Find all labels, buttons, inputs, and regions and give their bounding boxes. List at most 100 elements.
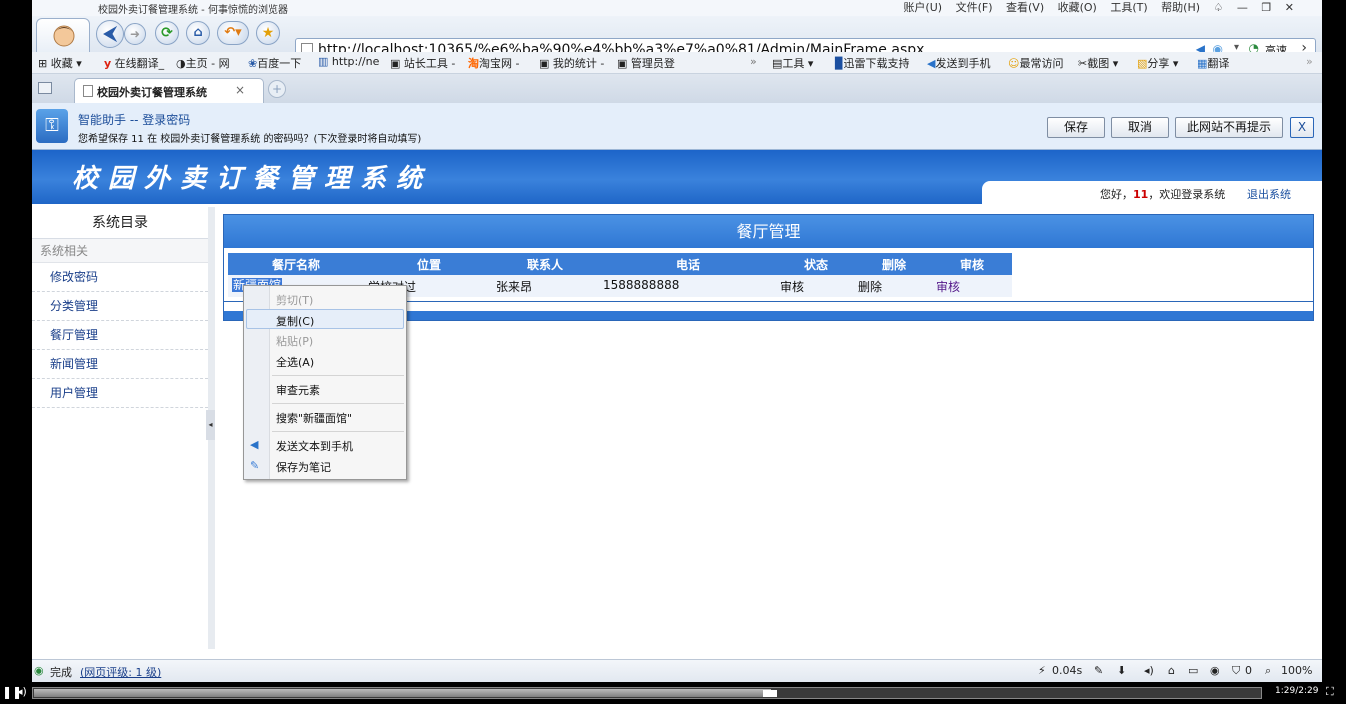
seek-thumb[interactable] xyxy=(763,690,777,697)
fav-home-label: 主页 - 网 xyxy=(185,57,230,70)
helper-close-button[interactable]: X xyxy=(1290,117,1314,138)
fav-collect-label: 收藏 xyxy=(50,57,73,70)
done-icon: ◉ xyxy=(34,664,44,677)
greeting-suffix: ，欢迎登录系统 xyxy=(1148,188,1226,201)
menu-view[interactable]: 查看(V) xyxy=(1006,1,1044,14)
close-window-button[interactable]: ✕ xyxy=(1285,1,1294,14)
delete-link[interactable]: 删除 xyxy=(858,278,882,295)
helper-cancel-button[interactable]: 取消 xyxy=(1111,117,1169,138)
new-tab-icon[interactable]: + xyxy=(268,80,286,98)
col-phone: 电话 xyxy=(676,258,701,272)
sidebar-section-label: 系统相关 xyxy=(32,239,208,263)
helper-save-button[interactable]: 保存 xyxy=(1047,117,1105,138)
menu-separator xyxy=(272,431,404,432)
sidebar-item-users[interactable]: 用户管理 xyxy=(32,379,208,408)
translate-button[interactable]: ▦翻译 xyxy=(1197,55,1229,71)
col-contact: 联系人 xyxy=(527,258,564,272)
fav-http[interactable]: ▥ http://ne xyxy=(318,55,379,68)
menu-favorites[interactable]: 收藏(O) xyxy=(1058,1,1097,14)
fav-webmaster[interactable]: ▣ 站长工具 - xyxy=(390,55,455,71)
back-button[interactable]: ⮜ xyxy=(96,20,124,48)
menu-account[interactable]: 账户(U) xyxy=(903,1,942,14)
skin-icon[interactable]: ♤ xyxy=(1214,1,1224,14)
thunder-download[interactable]: ▉迅雷下载支持 xyxy=(835,55,909,71)
fullscreen-icon[interactable]: ⛶ xyxy=(1326,685,1334,699)
sidebar-item-news[interactable]: 新闻管理 xyxy=(32,350,208,379)
forward-button[interactable]: ➜ xyxy=(124,23,146,45)
clean-icon[interactable]: ⌂ xyxy=(1168,664,1175,677)
adblock-icon[interactable]: ⛉ xyxy=(1232,664,1240,678)
eye-icon[interactable]: ◉ xyxy=(1210,664,1220,677)
fav-more-icon[interactable]: » xyxy=(750,55,757,68)
tab-active[interactable]: 校园外卖订餐管理系统 × xyxy=(74,78,264,103)
logout-link[interactable]: 退出系统 xyxy=(1247,186,1291,202)
menu-help[interactable]: 帮助(H) xyxy=(1161,1,1200,14)
context-menu: 剪切(T) 复制(C) 粘贴(P) 全选(A) 审查元素 搜索"新疆面馆" ◀ … xyxy=(243,285,407,480)
fav-overflow-icon[interactable]: » xyxy=(1306,55,1313,68)
fav-stats[interactable]: ▣ 我的统计 - xyxy=(539,55,604,71)
restore-button[interactable]: ❐ xyxy=(1261,1,1271,14)
window-icon[interactable]: ▭ xyxy=(1188,664,1198,677)
favorites-bar: ⊞ 收藏 ▾ y 在线翻译_ ◑主页 - 网 ❀百度一下 ▥ http://ne… xyxy=(32,52,1322,74)
favorite-star-icon[interactable]: ★ xyxy=(256,21,280,45)
undo-close-icon[interactable]: ↶▾ xyxy=(217,21,249,45)
sidebar-toggle-icon[interactable] xyxy=(38,82,52,94)
menu-item-paste[interactable]: 粘贴(P) xyxy=(276,333,313,349)
menu-item-send-phone[interactable]: 发送文本到手机 xyxy=(276,438,353,454)
menu-item-copy[interactable]: 复制(C) xyxy=(276,313,314,329)
menu-item-save-note[interactable]: 保存为笔记 xyxy=(276,459,331,475)
fav-home[interactable]: ◑主页 - 网 xyxy=(176,55,230,71)
sidebar-item-change-password[interactable]: 修改密码 xyxy=(32,263,208,292)
col-location: 位置 xyxy=(417,258,442,272)
seek-bar[interactable] xyxy=(32,687,1262,699)
panel-title: 餐厅管理 xyxy=(224,215,1313,248)
seek-progress xyxy=(34,689,771,697)
fav-admin[interactable]: ▣ 管理员登 xyxy=(617,55,675,71)
note-tool-icon[interactable]: ✎ xyxy=(1094,664,1103,677)
title-bar: 校园外卖订餐管理系统 - 何事惊慌的浏览器 账户(U) 文件(F) 查看(V) … xyxy=(32,0,1322,16)
zoom-icon[interactable]: ⌕ xyxy=(1265,664,1271,678)
volume-icon[interactable]: ◂) xyxy=(1144,664,1154,677)
sidebar-item-category[interactable]: 分类管理 xyxy=(32,292,208,321)
fav-translate[interactable]: y 在线翻译_ xyxy=(104,55,164,71)
refresh-icon[interactable]: ⟳ xyxy=(155,21,179,45)
most-visited-label: 最常访问 xyxy=(1019,57,1064,70)
screenshot-label: 截图 xyxy=(1087,57,1110,70)
menu-item-cut[interactable]: 剪切(T) xyxy=(276,292,313,308)
speed-icon: ⚡ xyxy=(1038,664,1046,677)
volume-icon[interactable]: ◂) xyxy=(17,685,27,698)
menu-item-inspect[interactable]: 审查元素 xyxy=(276,382,320,398)
helper-never-button[interactable]: 此网站不再提示 xyxy=(1175,117,1283,138)
cell-phone: 1588888888 xyxy=(603,278,680,292)
sidebar-item-restaurant[interactable]: 餐厅管理 xyxy=(32,321,208,350)
menu-file[interactable]: 文件(F) xyxy=(956,1,993,14)
tools-button[interactable]: ▤工具 ▾ xyxy=(772,55,813,71)
sidebar-collapse-handle[interactable]: ◂ xyxy=(206,410,215,440)
home-icon[interactable]: ⌂ xyxy=(186,21,210,45)
menu-item-search[interactable]: 搜索"新疆面馆" xyxy=(276,410,352,426)
menu-tools[interactable]: 工具(T) xyxy=(1110,1,1147,14)
share-button[interactable]: ▧分享 ▾ xyxy=(1137,55,1178,71)
zoom-level[interactable]: 100% xyxy=(1281,664,1312,677)
fav-collect[interactable]: ⊞ 收藏 ▾ xyxy=(38,55,82,71)
page-rating-link[interactable]: (网页评级: 1 级) xyxy=(80,664,161,680)
audit-link[interactable]: 审核 xyxy=(936,278,960,295)
send-to-phone[interactable]: ◀发送到手机 xyxy=(927,55,990,71)
col-name: 餐厅名称 xyxy=(272,258,321,272)
fav-taobao-label: 淘宝网 - xyxy=(479,57,520,70)
greeting: 您好，11，欢迎登录系统 xyxy=(1100,186,1225,202)
menu-item-select-all[interactable]: 全选(A) xyxy=(276,354,314,370)
col-audit: 审核 xyxy=(960,258,985,272)
tab-bar: 校园外卖订餐管理系统 × + xyxy=(32,74,1322,103)
minimize-button[interactable]: — xyxy=(1237,1,1248,14)
status-bar: ◉ 完成 (网页评级: 1 级) ⚡ 0.04s ✎ ⬇ ◂) ⌂ ▭ ◉ ⛉ … xyxy=(32,659,1322,682)
tab-close-icon[interactable]: × xyxy=(235,83,245,97)
most-visited[interactable]: ☺最常访问 xyxy=(1008,55,1063,71)
share-label: 分享 xyxy=(1147,57,1170,70)
fav-taobao[interactable]: 淘淘宝网 - xyxy=(468,55,519,71)
download-icon[interactable]: ⬇ xyxy=(1117,664,1126,677)
sidebar-heading: 系统目录 xyxy=(32,207,208,239)
fav-baidu[interactable]: ❀百度一下 xyxy=(248,55,301,71)
screenshot-button[interactable]: ✂截图 ▾ xyxy=(1078,55,1118,71)
translate-label: 翻译 xyxy=(1207,57,1230,70)
